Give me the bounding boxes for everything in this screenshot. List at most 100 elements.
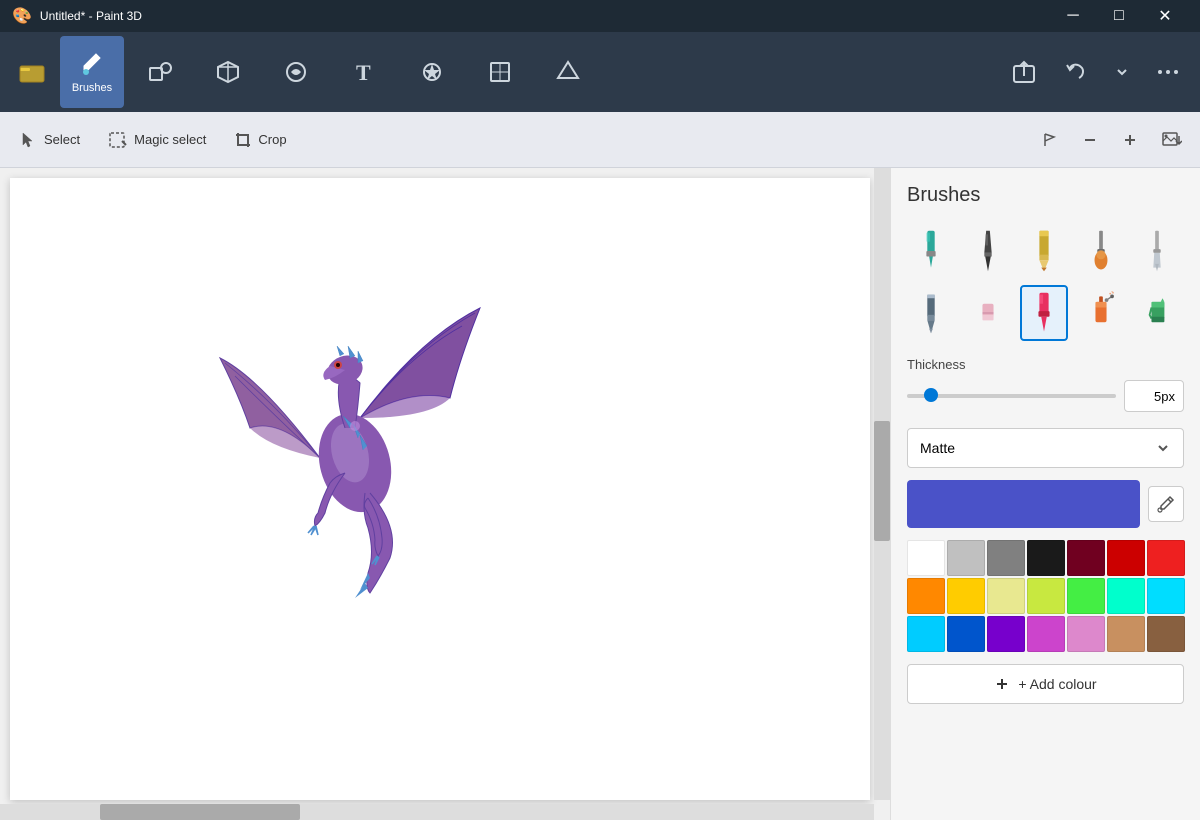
color-lightblue[interactable] [1147, 578, 1185, 614]
color-tan[interactable] [1107, 616, 1145, 652]
brush-oil[interactable] [1077, 223, 1125, 279]
toolbar-dropdown-button[interactable] [1104, 36, 1140, 108]
toolbar-2dshapes-button[interactable] [128, 36, 192, 108]
toolbar-text-button[interactable]: T [332, 36, 396, 108]
color-yellowgreen[interactable] [1027, 578, 1065, 614]
image-import-icon [1162, 132, 1182, 148]
thickness-label: Thickness [907, 357, 1184, 372]
toolbar-effects-button[interactable] [400, 36, 464, 108]
toolbar-undo-button[interactable] [1052, 36, 1100, 108]
canvas-horizontal-scrollbar[interactable] [0, 804, 874, 820]
thickness-slider[interactable] [907, 394, 1116, 398]
brush-spray[interactable] [1077, 285, 1125, 341]
color-magenta[interactable] [1027, 616, 1065, 652]
color-palette [907, 540, 1184, 652]
canvas-area[interactable] [0, 168, 890, 820]
color-swatch[interactable] [907, 480, 1140, 528]
chevron-down-icon [1155, 440, 1171, 456]
main-toolbar: Brushes T [0, 32, 1200, 112]
toolbar-3dshapes-button[interactable] [196, 36, 260, 108]
color-lightgray[interactable] [947, 540, 985, 576]
cube-icon [214, 58, 242, 86]
subtoolbar: Select Magic select Crop [0, 112, 1200, 168]
brush-marker[interactable] [907, 223, 955, 279]
thickness-row: 5px [907, 380, 1184, 412]
color-gray[interactable] [987, 540, 1025, 576]
canvas-hscrollbar-thumb[interactable] [100, 804, 300, 820]
subtool-select-button[interactable]: Select [8, 118, 92, 162]
brush-calligraphy[interactable] [964, 223, 1012, 279]
matte-dropdown-label: Matte [920, 440, 955, 456]
subtool-crop-label: Crop [258, 132, 286, 147]
sticker-icon [282, 58, 310, 86]
titlebar-controls: ─ □ ✕ [1050, 0, 1188, 32]
crop-icon [234, 131, 252, 149]
brush-grid [907, 223, 1184, 341]
color-blue[interactable] [947, 616, 985, 652]
minus-icon [1082, 132, 1098, 148]
toolbar-share-button[interactable] [1000, 36, 1048, 108]
color-white[interactable] [907, 540, 945, 576]
eyedropper-button[interactable] [1148, 486, 1184, 522]
brush-eraser[interactable] [964, 285, 1012, 341]
canvas-scrollbar-thumb[interactable] [874, 421, 890, 541]
subtool-minus-button[interactable] [1072, 118, 1108, 162]
brushes-icon [78, 50, 106, 78]
subtool-crop-button[interactable]: Crop [222, 118, 298, 162]
effects-icon [418, 58, 446, 86]
brush-fill[interactable] [1133, 285, 1181, 341]
toolbar-right [1000, 36, 1192, 108]
dragon-svg [170, 278, 530, 598]
subtool-select-label: Select [44, 132, 80, 147]
canvas-background[interactable] [10, 178, 870, 800]
panel-title: Brushes [907, 184, 1184, 207]
close-button[interactable]: ✕ [1142, 0, 1188, 32]
color-cyan[interactable] [907, 616, 945, 652]
subtool-flag-button[interactable] [1032, 118, 1068, 162]
add-colour-button[interactable]: + Add colour [907, 664, 1184, 704]
color-pink[interactable] [1067, 616, 1105, 652]
toolbar-stickers-button[interactable] [264, 36, 328, 108]
main-area: Brushes [0, 168, 1200, 820]
view3d-icon [554, 58, 582, 86]
color-lightyellow[interactable] [987, 578, 1025, 614]
color-red-dark[interactable] [1107, 540, 1145, 576]
color-yellow[interactable] [947, 578, 985, 614]
color-swatch-row [907, 480, 1184, 528]
svg-text:T: T [356, 60, 371, 85]
color-red[interactable] [1147, 540, 1185, 576]
titlebar: 🎨 Untitled* - Paint 3D ─ □ ✕ [0, 0, 1200, 32]
color-black[interactable] [1027, 540, 1065, 576]
maximize-button[interactable]: □ [1096, 0, 1142, 32]
color-green[interactable] [1067, 578, 1105, 614]
color-darkred[interactable] [1067, 540, 1105, 576]
color-brown[interactable] [1147, 616, 1185, 652]
color-purple[interactable] [987, 616, 1025, 652]
select-cursor-icon [20, 131, 38, 149]
color-mint[interactable] [1107, 578, 1145, 614]
thickness-slider-thumb[interactable] [924, 388, 938, 402]
color-orange[interactable] [907, 578, 945, 614]
brush-marker2-selected[interactable] [1020, 285, 1068, 341]
toolbar-view3d-button[interactable] [536, 36, 600, 108]
toolbar-file-button[interactable] [8, 36, 56, 108]
undo-icon [1062, 58, 1090, 86]
subtool-plus-button[interactable] [1112, 118, 1148, 162]
toolbar-canvas-button[interactable] [468, 36, 532, 108]
subtool-image-import-button[interactable] [1152, 118, 1192, 162]
add-colour-label: + Add colour [1018, 676, 1096, 692]
toolbar-more-button[interactable] [1144, 36, 1192, 108]
brush-pencil-small[interactable] [907, 285, 955, 341]
canvas-vertical-scrollbar[interactable] [874, 168, 890, 800]
thickness-value: 5px [1124, 380, 1184, 412]
toolbar-brushes-button[interactable]: Brushes [60, 36, 124, 108]
minimize-button[interactable]: ─ [1050, 0, 1096, 32]
brush-watercolor[interactable] [1133, 223, 1181, 279]
matte-dropdown[interactable]: Matte [907, 428, 1184, 468]
subtoolbar-right [1032, 118, 1192, 162]
eyedropper-icon [1156, 494, 1176, 514]
shapes2d-icon [146, 58, 174, 86]
subtool-magic-select-button[interactable]: Magic select [96, 118, 218, 162]
brush-pencil-thick[interactable] [1020, 223, 1068, 279]
text-icon: T [350, 58, 378, 86]
